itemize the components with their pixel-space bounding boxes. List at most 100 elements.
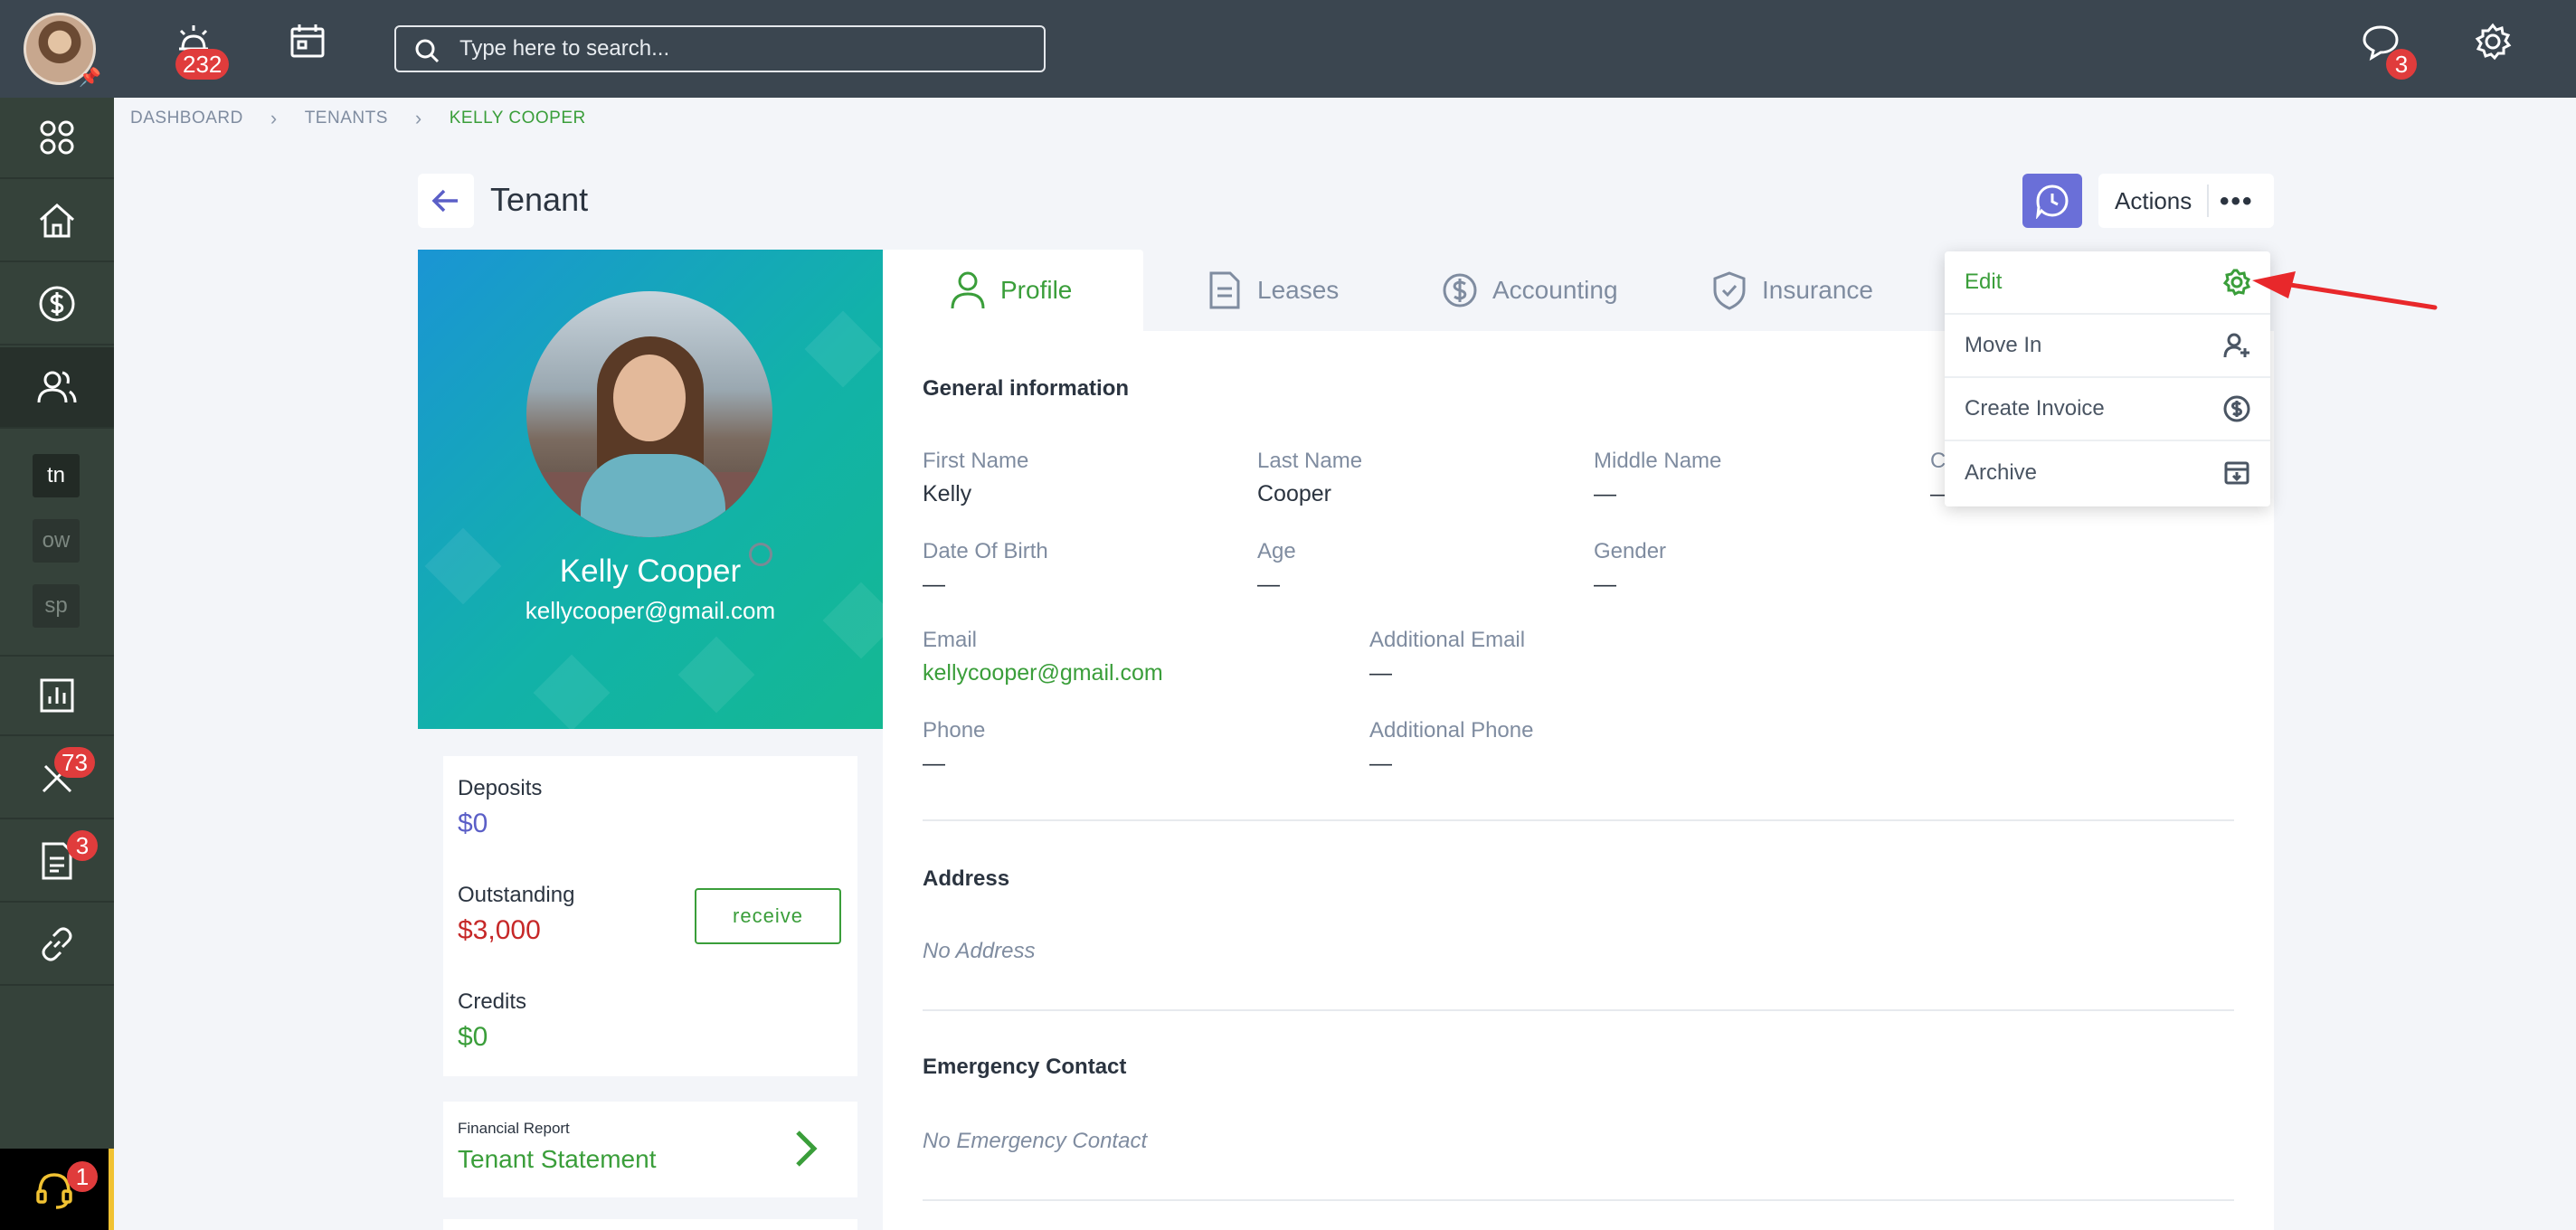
- menu-item-move-in[interactable]: Move In: [1945, 315, 2270, 378]
- sidebar-item-dashboard[interactable]: [0, 98, 114, 179]
- tenant-statement-link[interactable]: Tenant Statement: [458, 1145, 656, 1174]
- pin-icon: 📌: [79, 68, 101, 88]
- sidebar-tag-sp[interactable]: sp: [33, 584, 80, 628]
- decor-diamond: [677, 636, 755, 714]
- dashboard-grid-icon: [40, 120, 74, 155]
- users-icon: [37, 371, 77, 403]
- tab-accounting-label: Accounting: [1492, 276, 1618, 304]
- outstanding-value: $3,000: [458, 915, 541, 945]
- chevron-right-icon: ›: [270, 107, 278, 129]
- additional-email-label: Additional Email: [1369, 628, 1526, 652]
- address-title: Address: [923, 866, 1010, 891]
- address-empty: No Address: [923, 939, 1036, 963]
- tab-leases[interactable]: Leases: [1207, 250, 1339, 331]
- support-button[interactable]: 1: [0, 1149, 114, 1230]
- messages-badge: 3: [2386, 49, 2417, 80]
- emergency-contact-title: Emergency Contact: [923, 1055, 1127, 1079]
- person-icon: [951, 271, 985, 309]
- email-value[interactable]: kellycooper@gmail.com: [923, 660, 1163, 686]
- section-divider: [923, 819, 2234, 821]
- gender-label: Gender: [1594, 539, 1667, 563]
- actions-dropdown-menu: Edit Move In Create Invoice Archive: [1945, 251, 2270, 506]
- actions-divider: [2207, 184, 2209, 217]
- email-label: Email: [923, 628, 978, 652]
- phone-label: Phone: [923, 718, 986, 743]
- tenant-name: Kelly Cooper: [559, 554, 742, 589]
- last-name-label: Last Name: [1257, 449, 1363, 473]
- chevron-right-icon: ›: [414, 107, 422, 129]
- calendar-icon: [290, 24, 325, 58]
- settings-gear-icon: [2475, 23, 2512, 61]
- archive-icon: [2224, 461, 2249, 485]
- shield-icon: [1713, 271, 1746, 310]
- tab-accounting[interactable]: Accounting: [1442, 250, 1618, 331]
- profile-hero-card: Kelly Cooper kellycooper@gmail.com: [418, 250, 883, 729]
- sidebar-tag-ow[interactable]: ow: [33, 519, 80, 563]
- credits-label: Credits: [458, 989, 527, 1014]
- settings-button[interactable]: [2473, 22, 2527, 76]
- tab-leases-label: Leases: [1257, 276, 1340, 304]
- decor-diamond: [804, 310, 882, 388]
- tab-insurance-label: Insurance: [1762, 276, 1873, 304]
- tab-profile[interactable]: Profile: [883, 250, 1143, 331]
- search-icon: [415, 39, 440, 63]
- history-clock-icon: [2036, 184, 2069, 219]
- breadcrumb-current: KELLY COOPER: [449, 109, 586, 128]
- menu-item-archive[interactable]: Archive: [1945, 441, 2270, 505]
- dollar-icon: [1443, 273, 1477, 308]
- tenant-statement-card[interactable]: Financial Report Tenant Statement: [443, 1102, 857, 1197]
- obscured-field-label: C: [1930, 449, 1946, 473]
- general-info-title: General information: [923, 376, 1130, 401]
- dollar-icon: [39, 286, 75, 322]
- link-icon: [42, 927, 72, 961]
- search-box[interactable]: [394, 25, 1046, 72]
- sidebar-item-accounting[interactable]: [0, 264, 114, 345]
- tab-profile-label: Profile: [1000, 276, 1073, 304]
- breadcrumb: DASHBOARD › TENANTS › KELLY COOPER: [130, 107, 586, 130]
- tab-insurance[interactable]: Insurance: [1711, 250, 1873, 331]
- additional-phone-label: Additional Phone: [1369, 718, 1534, 743]
- section-divider: [923, 1199, 2234, 1201]
- messages-button[interactable]: 3: [2361, 22, 2417, 80]
- menu-item-edit-label: Edit: [1965, 270, 2003, 294]
- menu-item-move-in-label: Move In: [1965, 333, 2042, 357]
- next-card-edge: [443, 1219, 857, 1230]
- sidebar-item-properties[interactable]: [0, 181, 114, 262]
- chevron-right-icon: [791, 1129, 821, 1168]
- decor-diamond: [533, 654, 611, 729]
- arrow-left-icon: [431, 189, 458, 213]
- sidebar-item-reports[interactable]: [0, 655, 114, 736]
- dollar-circle-icon: [2223, 395, 2250, 422]
- back-button[interactable]: [418, 174, 474, 228]
- receive-button[interactable]: receive: [695, 888, 841, 944]
- sidebar-item-links[interactable]: [0, 904, 114, 986]
- search-input[interactable]: [459, 34, 1020, 63]
- menu-item-create-invoice[interactable]: Create Invoice: [1945, 378, 2270, 441]
- dob-value: —: [923, 572, 945, 597]
- outstanding-label: Outstanding: [458, 883, 575, 907]
- first-name-label: First Name: [923, 449, 1029, 473]
- document-icon: [1209, 271, 1240, 309]
- notifications-button[interactable]: 232: [174, 22, 230, 80]
- middle-name-value: —: [1594, 481, 1616, 506]
- page-title: Tenant: [490, 181, 589, 218]
- menu-item-edit[interactable]: Edit: [1945, 251, 2270, 315]
- calendar-button[interactable]: [288, 22, 342, 76]
- more-dots-icon[interactable]: •••: [2220, 186, 2254, 217]
- sidebar-item-people[interactable]: [0, 347, 114, 429]
- breadcrumb-tenants[interactable]: TENANTS: [305, 109, 388, 128]
- section-divider: [923, 1009, 2234, 1011]
- emergency-contact-empty: No Emergency Contact: [923, 1129, 1148, 1153]
- breadcrumb-dashboard[interactable]: DASHBOARD: [130, 109, 243, 128]
- middle-name-label: Middle Name: [1594, 449, 1722, 473]
- actions-button[interactable]: Actions •••: [2098, 174, 2274, 228]
- sidebar-item-documents[interactable]: 3: [0, 821, 114, 903]
- tenant-email: kellycooper@gmail.com: [525, 597, 776, 624]
- user-avatar[interactable]: 📌: [24, 13, 101, 88]
- history-button[interactable]: [2022, 174, 2082, 228]
- sidebar-item-maintenance[interactable]: 73: [0, 738, 114, 819]
- top-bar: 📌 232 3: [0, 0, 2576, 98]
- gear-icon: [2223, 269, 2250, 296]
- sidebar-tag-tn[interactable]: tn: [33, 454, 80, 497]
- menu-item-archive-label: Archive: [1965, 460, 2038, 485]
